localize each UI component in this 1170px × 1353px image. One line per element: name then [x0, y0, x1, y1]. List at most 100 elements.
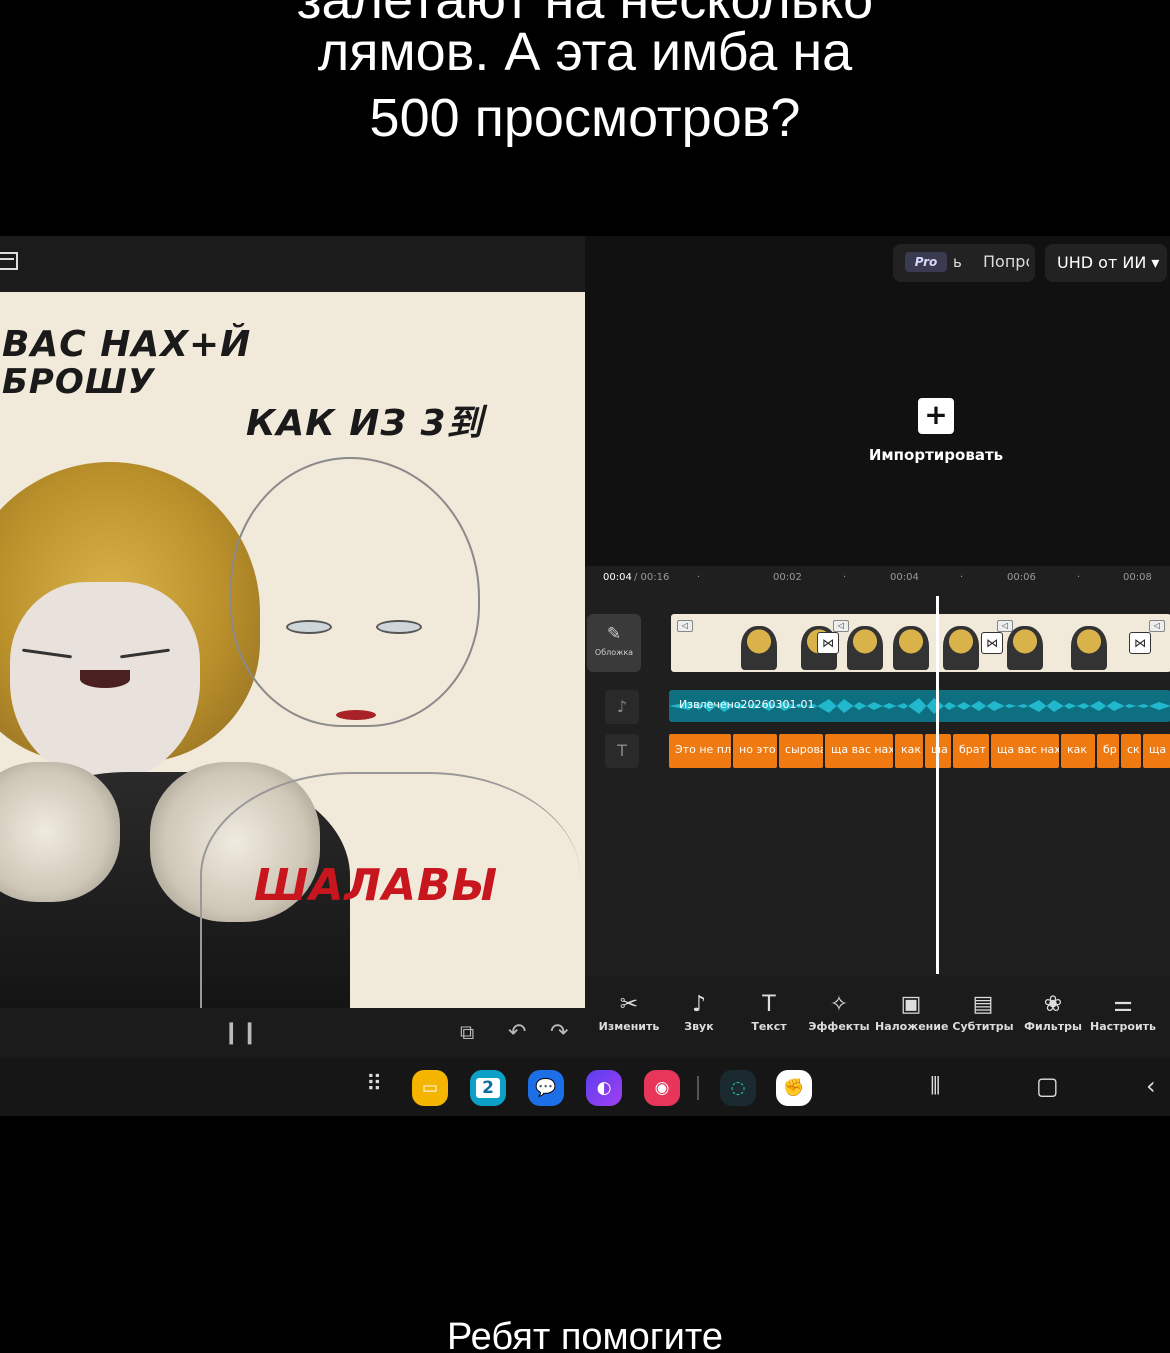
pro-badge: Pro — [905, 252, 947, 272]
timeline: 00:04 / 00:16 · 00:02 · 00:04 · 00:06 · … — [585, 566, 1170, 976]
import-label[interactable]: Импортировать — [855, 446, 1017, 464]
music-note-icon: ♪ — [691, 992, 707, 1017]
undo-icon[interactable]: ↶ — [508, 1020, 526, 1045]
home-icon[interactable]: ▢ — [1036, 1072, 1059, 1100]
app-drawer-icon[interactable]: ⠿ — [366, 1072, 382, 1097]
transition-icon[interactable]: ⋈ — [1129, 632, 1151, 654]
redo-icon[interactable]: ↷ — [550, 1020, 568, 1045]
artwork-text-3: КАК ИЗ 3到 — [246, 403, 484, 444]
fur-collar-left — [0, 762, 120, 902]
text-clip[interactable]: ща в — [1143, 734, 1170, 768]
tool-audio-label: Звук — [684, 1020, 714, 1033]
time-current: 00:04 — [603, 572, 632, 583]
files-app-icon[interactable]: ▭ — [412, 1070, 448, 1106]
artwork-header — [0, 236, 585, 292]
tool-subtitles[interactable]: ▤ Субтитры — [947, 992, 1019, 1033]
artwork-text-4: ШАЛАВЫ — [254, 860, 499, 911]
tool-edit[interactable]: ✂ Изменить — [593, 992, 665, 1033]
text-clip[interactable]: сырова — [779, 734, 823, 768]
taskbar-divider — [697, 1076, 699, 1100]
tick-dot: · — [1077, 572, 1081, 583]
tool-edit-label: Изменить — [598, 1020, 660, 1033]
tick-dot: · — [960, 572, 964, 583]
tool-filters-label: Фильтры — [1024, 1020, 1082, 1033]
tick-2: 00:06 — [1007, 572, 1036, 583]
window-icon[interactable] — [0, 252, 18, 270]
tick-0: 00:02 — [773, 572, 802, 583]
text-clip[interactable]: но это — [733, 734, 777, 768]
text-icon: T — [762, 992, 776, 1017]
sketch-lips — [336, 710, 376, 720]
editor-bottom-toolbar: ✂ Изменить ♪ Звук T Текст ✧ Эффекты ▣ На… — [585, 976, 1170, 1058]
uhd-ai-dropdown[interactable]: UHD от ИИ ▾ — [1045, 244, 1167, 282]
video-editor: Pro ь Попрс UHD от ИИ ▾ + Импортировать … — [585, 236, 1170, 1058]
artwork-panel: ВАС НАХ+Й БРОШУ КАК ИЗ 3到 ШАЛАВЫ ❙❙ ⧉ ↶ … — [0, 236, 585, 1058]
mute-icon[interactable]: ◁ — [997, 620, 1013, 632]
mute-icon[interactable]: ◁ — [677, 620, 693, 632]
text-clip[interactable]: ща вас нах — [991, 734, 1059, 768]
subtitles-icon: ▤ — [972, 992, 994, 1017]
pro-export-button[interactable]: Pro ь Попрс — [893, 244, 1035, 282]
taskbar: ⠿ ▭ 2 💬 ◐ ◉ ◌ ✊ ⦀ ▢ ‹ — [0, 1058, 1170, 1116]
tool-subtitles-label: Субтитры — [952, 1020, 1014, 1033]
tool-adjust-label: Настроить — [1090, 1020, 1156, 1033]
artwork-canvas: ВАС НАХ+Й БРОШУ КАК ИЗ 3到 ШАЛАВЫ — [0, 292, 585, 1008]
editor-toolbar: Pro ь Попрс UHD от ИИ ▾ — [585, 236, 1170, 292]
text-clip[interactable]: бр — [1097, 734, 1119, 768]
cover-label: Обложка — [594, 648, 634, 657]
video-thumbnail — [741, 626, 777, 670]
audio-track[interactable]: Извлечено20260301-01 — [669, 690, 1170, 722]
playhead[interactable] — [936, 596, 939, 974]
sketch-eye-right — [376, 620, 422, 634]
messages-app-icon[interactable]: 💬 — [528, 1070, 564, 1106]
text-clip[interactable]: ща вас нах — [825, 734, 893, 768]
caption-line-2: 500 просмотров? — [369, 88, 801, 148]
recent-apps-icon[interactable]: ⦀ — [930, 1072, 941, 1100]
text-clip[interactable]: Это не пл — [669, 734, 731, 768]
video-thumbnail — [943, 626, 979, 670]
character-mouth — [80, 670, 130, 688]
tick-dot: · — [697, 572, 701, 583]
tool-text[interactable]: T Текст — [733, 992, 805, 1033]
artwork-text-2: БРОШУ — [2, 362, 155, 402]
artwork-controls: ❙❙ ⧉ ↶ ↷ — [0, 1008, 585, 1058]
video-track[interactable]: ◁ ⋈ ◁ ⋈ ◁ ⋈ ◁ — [671, 614, 1170, 672]
popular-label: Попрс — [983, 252, 1029, 271]
text-clip[interactable]: ск — [1121, 734, 1141, 768]
time-ruler: 00:04 / 00:16 · 00:02 · 00:04 · 00:06 · … — [585, 566, 1170, 594]
text-clip[interactable]: брат — [953, 734, 989, 768]
text-clip[interactable]: как — [1061, 734, 1095, 768]
mute-icon[interactable]: ◁ — [833, 620, 849, 632]
camera-app-icon[interactable]: ◉ — [644, 1070, 680, 1106]
tick-1: 00:04 — [890, 572, 919, 583]
video-thumbnail — [847, 626, 883, 670]
sketch-eye-left — [286, 620, 332, 634]
text-clip[interactable]: как — [895, 734, 923, 768]
audio-track-label: Извлечено20260301-01 — [679, 698, 815, 711]
transition-icon[interactable]: ⋈ — [981, 632, 1003, 654]
calendar-app-icon[interactable]: 2 — [470, 1070, 506, 1106]
tool-audio[interactable]: ♪ Звук — [663, 992, 735, 1033]
tool-adjust[interactable]: ⚌ Настроить — [1087, 992, 1159, 1033]
mute-icon[interactable]: ◁ — [1149, 620, 1165, 632]
internet-app-icon[interactable]: ◐ — [586, 1070, 622, 1106]
rotate-on-icon[interactable]: ⧉ — [460, 1020, 474, 1044]
text-track-icon[interactable]: T — [605, 734, 639, 768]
capcut-app-icon[interactable]: ✊ — [776, 1070, 812, 1106]
pause-icon[interactable]: ❙❙ — [222, 1020, 259, 1045]
transition-icon[interactable]: ⋈ — [817, 632, 839, 654]
tool-overlay[interactable]: ▣ Наложение — [875, 992, 949, 1033]
tool-overlay-label: Наложение — [875, 1020, 949, 1033]
music-track-icon[interactable]: ♪ — [605, 690, 639, 724]
import-plus-icon[interactable]: + — [918, 398, 954, 434]
alight-motion-app-icon[interactable]: ◌ — [720, 1070, 756, 1106]
tick-3: 00:08 — [1123, 572, 1152, 583]
text-track: Это не пл но это сырова ща вас нах как ш… — [669, 734, 1170, 768]
tool-effects[interactable]: ✧ Эффекты — [803, 992, 875, 1033]
tool-text-label: Текст — [751, 1020, 787, 1033]
caption-line-1: лямов. А эта имба на — [317, 22, 853, 82]
tool-filters[interactable]: ❀ Фильтры — [1017, 992, 1089, 1033]
back-icon[interactable]: ‹ — [1146, 1072, 1156, 1100]
cover-button[interactable]: ✎ Обложка — [587, 614, 641, 672]
artwork-text-1: ВАС НАХ+Й — [2, 324, 252, 365]
